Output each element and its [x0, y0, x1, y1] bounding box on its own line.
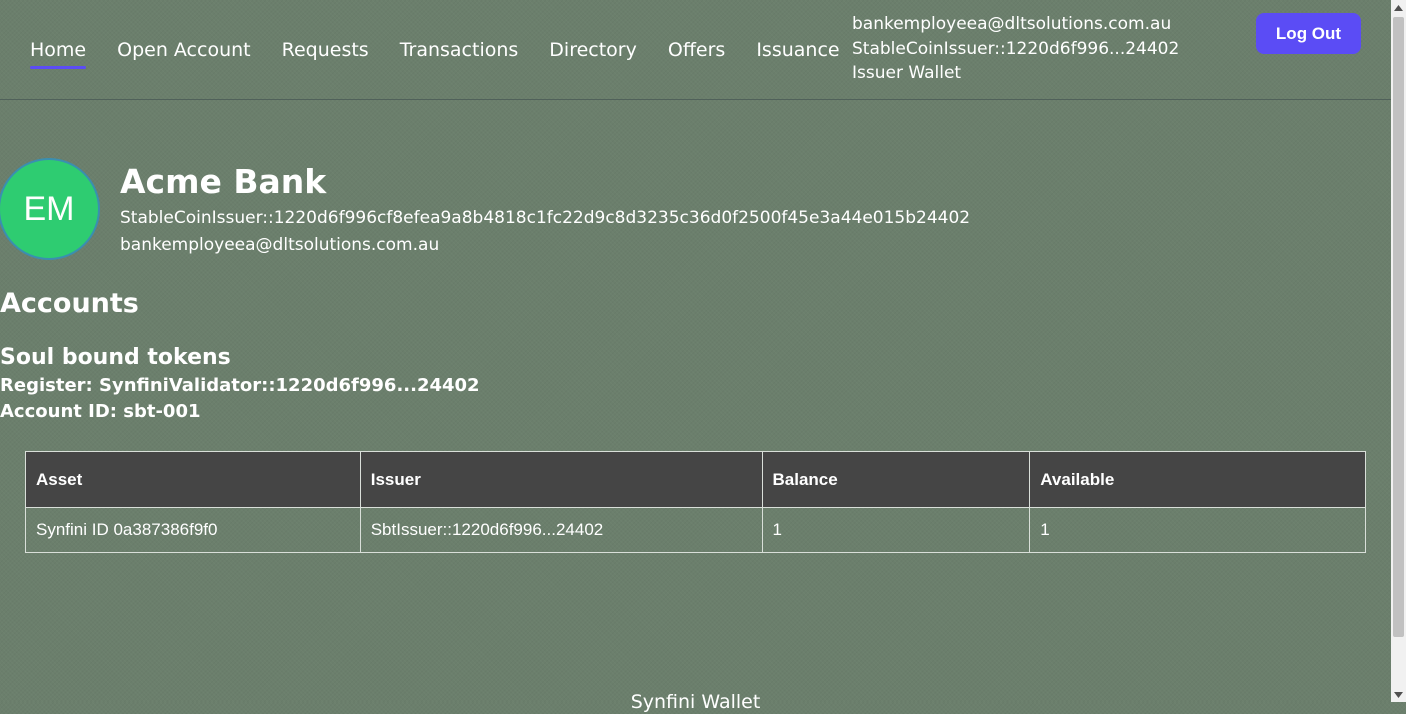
footer-text: Synfini Wallet: [630, 691, 761, 713]
register-info: Register: SynfiniValidator::1220d6f996..…: [0, 375, 480, 396]
account-id: Account ID: sbt-001: [0, 401, 201, 422]
column-header-available: Available: [1029, 451, 1366, 508]
logout-button[interactable]: Log Out: [1256, 13, 1361, 54]
cell-asset: Synfini ID 0a387386f9f0: [25, 507, 361, 553]
user-party: StableCoinIssuer::1220d6f996...24402: [852, 38, 1180, 59]
nav-issuance[interactable]: Issuance: [756, 37, 839, 63]
top-header: Home Open Account Requests Transactions …: [0, 0, 1391, 100]
column-header-balance: Balance: [761, 451, 1031, 508]
nav-transactions[interactable]: Transactions: [400, 37, 519, 63]
avatar: EM: [0, 160, 98, 258]
nav-directory[interactable]: Directory: [549, 37, 637, 63]
accounts-heading: Accounts: [0, 288, 139, 319]
column-header-asset: Asset: [25, 451, 361, 508]
cell-issuer: SbtIssuer::1220d6f996...24402: [359, 507, 763, 553]
user-wallet: Issuer Wallet: [852, 63, 962, 83]
column-header-issuer: Issuer: [359, 451, 763, 508]
cell-balance: 1: [761, 507, 1031, 553]
nav-requests[interactable]: Requests: [282, 37, 369, 63]
cell-available: 1: [1029, 507, 1366, 553]
main-nav: Home Open Account Requests Transactions …: [30, 37, 840, 69]
section-title: Soul bound tokens: [0, 345, 231, 370]
holdings-table: Asset Issuer Balance Available Synfini I…: [25, 451, 1366, 553]
table-header-row: Asset Issuer Balance Available: [25, 451, 1366, 508]
nav-offers[interactable]: Offers: [668, 37, 725, 63]
user-email: bankemployeea@dltsolutions.com.au: [852, 14, 1172, 34]
nav-open-account[interactable]: Open Account: [117, 37, 251, 63]
table-row: Synfini ID 0a387386f9f0 SbtIssuer::1220d…: [25, 507, 1366, 553]
user-info: bankemployeea@dltsolutions.com.au Stable…: [852, 12, 1179, 86]
profile-name: Acme Bank: [120, 162, 327, 201]
profile-party-id: StableCoinIssuer::1220d6f996cf8efea9a8b4…: [120, 208, 971, 228]
scroll-up-arrow-icon[interactable]: [1391, 0, 1406, 15]
scrollbar-thumb[interactable]: [1393, 17, 1404, 637]
nav-home[interactable]: Home: [30, 37, 87, 69]
scroll-down-arrow-icon[interactable]: [1391, 687, 1406, 702]
profile-email: bankemployeea@dltsolutions.com.au: [120, 235, 440, 255]
